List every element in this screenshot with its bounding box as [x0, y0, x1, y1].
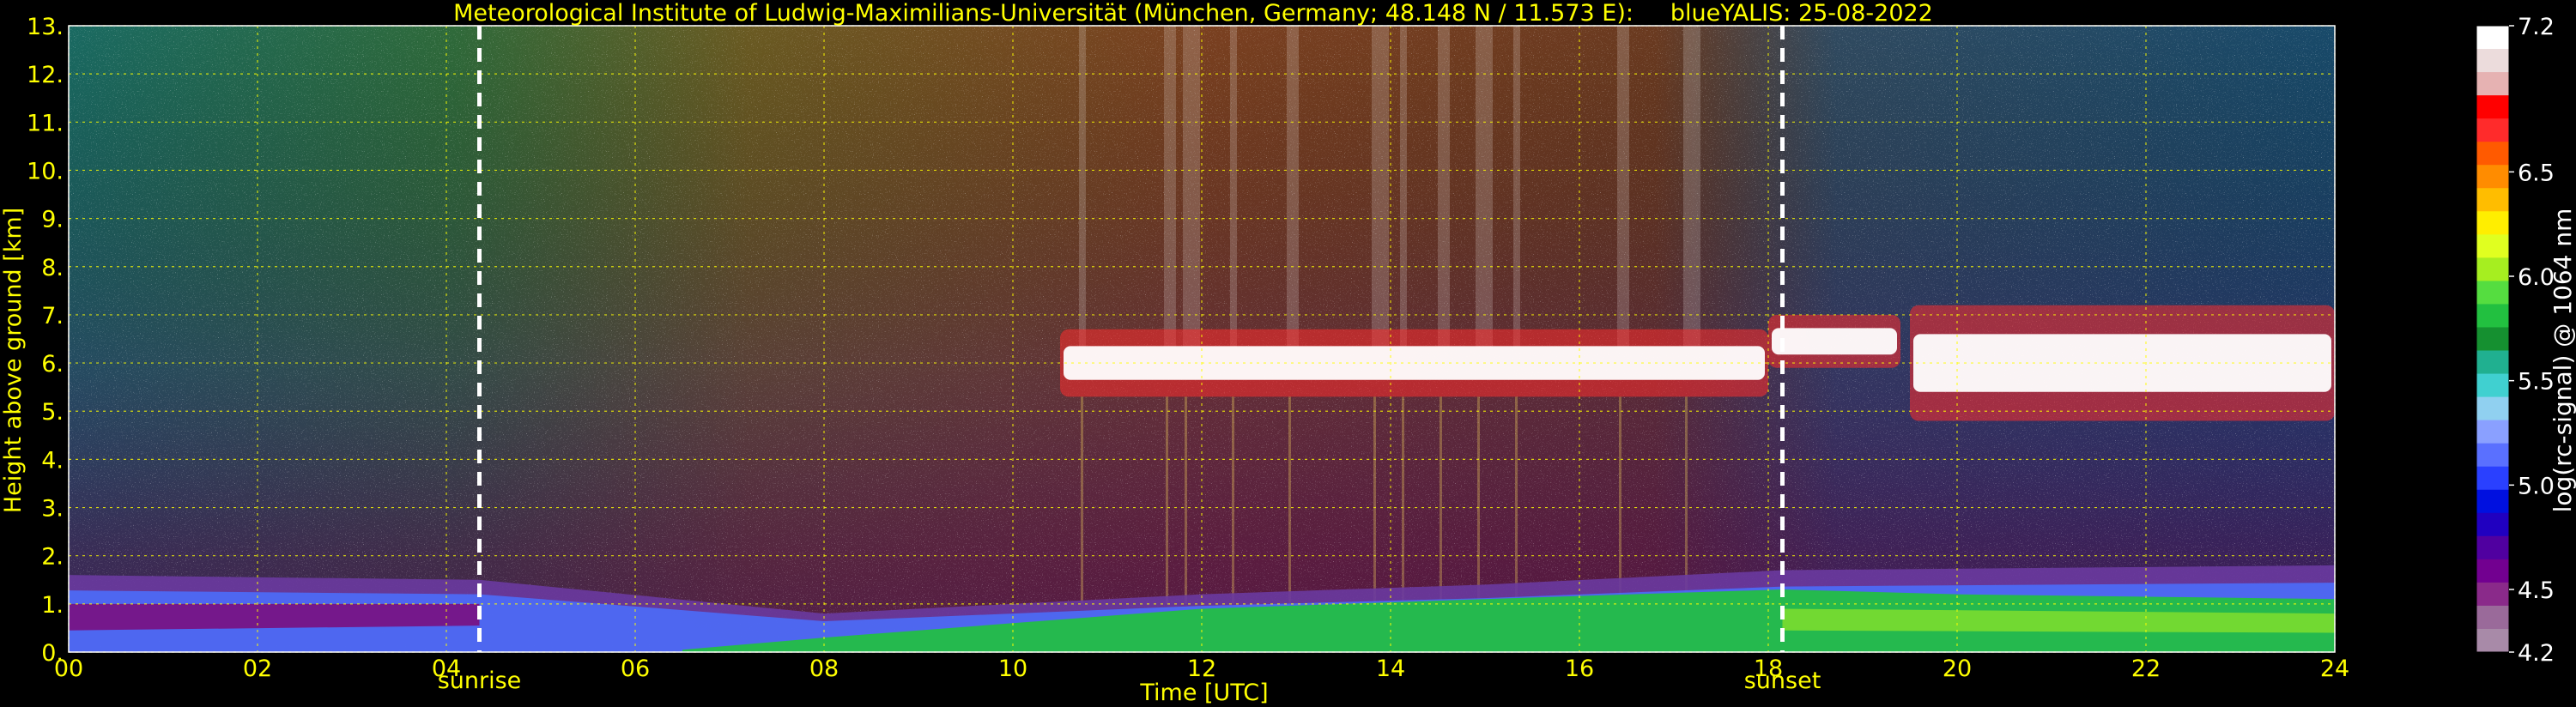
y-tick-label: 8. [41, 255, 64, 281]
y-axis-ticks: 0. 1. 2. 3. 4. 5. 6. 7. 8. 9. 10. 11. 12. 13. [27, 14, 64, 667]
colorbar-segment [2476, 165, 2509, 189]
colorbar-segment [2476, 188, 2509, 212]
streak [1183, 26, 1200, 349]
streak [1685, 396, 1688, 604]
x-tick-label: 18 [1754, 656, 1783, 682]
x-tick-label: 10 [998, 656, 1027, 682]
streak [1081, 396, 1083, 604]
x-tick-label: 08 [809, 656, 839, 682]
colorbar-segment [2476, 605, 2509, 630]
cloud-layer [1772, 328, 1897, 355]
colorbar-segment [2476, 559, 2509, 583]
y-tick-label: 10. [27, 158, 64, 184]
colorbar-segment [2476, 95, 2509, 119]
plot-area [69, 26, 2335, 652]
x-axis-label: Time [UTC] [1139, 680, 1268, 706]
colorbar: 7.26.56.05.55.04.54.2 [2476, 14, 2555, 667]
colorbar-tick-label: 4.5 [2518, 577, 2555, 604]
y-tick-label: 4. [41, 447, 64, 474]
y-tick-label: 12. [27, 62, 64, 88]
colorbar-tick-label: 6.5 [2518, 160, 2555, 186]
colorbar-tick-label: 4.2 [2518, 640, 2555, 667]
colorbar-segment [2476, 535, 2509, 560]
x-tick-label: 20 [1943, 656, 1972, 682]
streak [1164, 26, 1176, 349]
x-tick-label: 04 [432, 656, 461, 682]
colorbar-segment [2476, 582, 2509, 607]
x-tick-label: 02 [243, 656, 272, 682]
streak [1232, 396, 1234, 604]
colorbar-segment [2476, 443, 2509, 468]
colorbar-segment [2476, 257, 2509, 281]
y-tick-label: 5. [41, 399, 64, 426]
colorbar-label: log(rc-signal) @ 1064 nm [2549, 208, 2576, 513]
colorbar-segment [2476, 628, 2509, 653]
streak [1515, 396, 1518, 604]
streak [1166, 396, 1168, 604]
streak [1619, 396, 1621, 604]
streak [1477, 396, 1480, 604]
colorbar-segment [2476, 72, 2509, 96]
colorbar-segment [2476, 234, 2509, 258]
y-tick-label: 9. [41, 207, 64, 233]
x-tick-label: 14 [1376, 656, 1405, 682]
colorbar-segment [2476, 49, 2509, 73]
colorbar-segment [2476, 489, 2509, 514]
streak [1440, 396, 1442, 604]
colorbar-segment [2476, 396, 2509, 421]
y-tick-label: 0. [41, 640, 64, 667]
x-tick-label: 16 [1565, 656, 1594, 682]
streak [1402, 396, 1404, 604]
colorbar-segment [2476, 142, 2509, 166]
y-tick-label: 2. [41, 544, 64, 571]
y-tick-label: 3. [41, 496, 64, 523]
lidar-chart: sunrise sunset 00 02 04 06 08 10 12 14 16 18 20 22 24… [0, 0, 2576, 706]
colorbar-segment [2476, 118, 2509, 142]
y-tick-label: 1. [41, 592, 64, 619]
x-tick-label: 12 [1187, 656, 1216, 682]
y-tick-label: 7. [41, 303, 64, 329]
x-tick-label: 22 [2131, 656, 2161, 682]
colorbar-segment [2476, 26, 2509, 50]
colorbar-tick-label: 7.2 [2518, 14, 2555, 40]
y-tick-label: 11. [27, 110, 64, 136]
x-tick-label: 24 [2320, 656, 2349, 682]
colorbar-segment [2476, 304, 2509, 328]
colorbar-segment [2476, 466, 2509, 491]
x-tick-label: 06 [621, 656, 650, 682]
streak [1185, 396, 1187, 604]
colorbar-segment [2476, 327, 2509, 352]
colorbar-segment [2476, 512, 2509, 537]
y-tick-label: 13. [27, 14, 64, 40]
streak [1373, 396, 1376, 604]
y-axis-label: Height above ground [km] [0, 208, 27, 513]
colorbar-segment [2476, 211, 2509, 235]
chart-title: Meteorological Institute of Ludwig-Maxim… [453, 0, 1933, 27]
colorbar-segment [2476, 350, 2509, 375]
streak [1288, 396, 1291, 604]
colorbar-segment [2476, 281, 2509, 305]
x-axis-ticks: 00 02 04 06 08 10 12 14 16 18 20 22 24 [54, 656, 2349, 682]
y-tick-label: 6. [41, 351, 64, 378]
streak [1617, 26, 1629, 349]
colorbar-segment [2476, 373, 2509, 398]
colorbar-segment [2476, 420, 2509, 444]
